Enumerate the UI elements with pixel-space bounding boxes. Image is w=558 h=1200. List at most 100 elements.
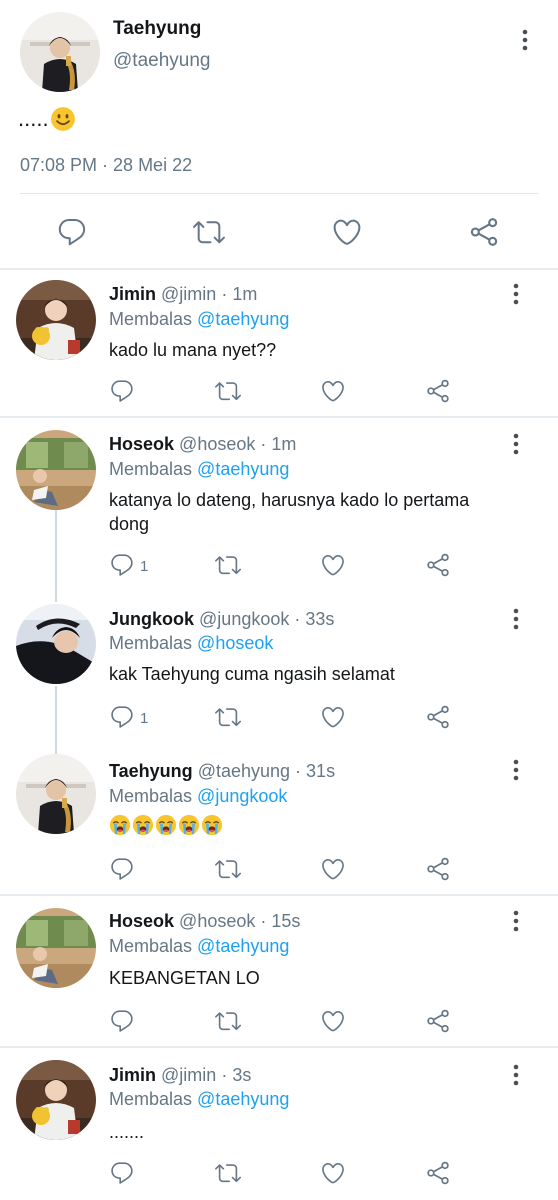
reply-item[interactable]: Jimin @jimin · 3s Membalas @taehyung ...… xyxy=(0,1048,558,1200)
share-icon[interactable] xyxy=(425,856,453,884)
tweet-timestamp[interactable]: 07:08 PM · 28 Mei 22 xyxy=(20,155,192,176)
share-icon[interactable] xyxy=(425,704,453,732)
like-icon[interactable] xyxy=(320,1160,348,1188)
main-tweet: Taehyung @taehyung ..... 07:08 PM · 28 M… xyxy=(0,0,558,268)
reply-time: · 31s xyxy=(295,761,336,781)
divider xyxy=(20,193,538,194)
replying-to: Membalas @taehyung xyxy=(109,459,289,480)
mention-link[interactable]: @taehyung xyxy=(197,459,289,479)
like-icon[interactable] xyxy=(320,856,348,884)
mention-link[interactable]: @jungkook xyxy=(197,786,287,806)
avatar[interactable] xyxy=(16,1060,96,1140)
reply-time: · 33s xyxy=(294,609,335,629)
author-handle[interactable]: @jimin xyxy=(161,284,216,304)
mention-link[interactable]: @taehyung xyxy=(197,309,289,329)
reply-icon[interactable] xyxy=(109,704,137,732)
avatar[interactable] xyxy=(16,430,96,510)
replying-label: Membalas xyxy=(109,936,193,956)
retweet-button[interactable] xyxy=(192,216,226,248)
replying-to: Membalas @hoseok xyxy=(109,633,273,654)
retweet-icon[interactable] xyxy=(214,552,242,580)
reply-header: Hoseok @hoseok · 1m xyxy=(109,434,296,455)
like-icon[interactable] xyxy=(320,704,348,732)
author-handle[interactable]: @jimin xyxy=(161,1065,216,1085)
more-options-icon[interactable] xyxy=(507,282,525,306)
retweet-icon[interactable] xyxy=(214,704,242,732)
share-icon xyxy=(468,216,500,248)
reply-item[interactable]: Jungkook @jungkook · 33s Membalas @hoseo… xyxy=(0,592,558,744)
replying-to: Membalas @taehyung xyxy=(109,1089,289,1110)
reply-time: · 3s xyxy=(221,1065,252,1085)
loudly-crying-face-emoji xyxy=(109,814,131,836)
loudly-crying-face-emoji xyxy=(155,814,177,836)
share-icon[interactable] xyxy=(425,552,453,580)
retweet-icon[interactable] xyxy=(214,1160,242,1188)
reply-icon[interactable] xyxy=(109,1008,137,1036)
replying-label: Membalas xyxy=(109,786,193,806)
share-icon[interactable] xyxy=(425,1160,453,1188)
reply-time: · 15s xyxy=(260,911,301,931)
reply-icon[interactable] xyxy=(109,1160,137,1188)
retweet-icon[interactable] xyxy=(214,378,242,406)
share-icon[interactable] xyxy=(425,1008,453,1036)
author-name[interactable]: Jimin xyxy=(109,1065,156,1085)
author-handle[interactable]: @hoseok xyxy=(179,434,255,454)
author-name[interactable]: Taehyung xyxy=(113,18,201,40)
avatar[interactable] xyxy=(16,604,96,684)
reply-item[interactable]: Jimin @jimin · 1m Membalas @taehyung kad… xyxy=(0,270,558,416)
reply-icon xyxy=(56,216,88,248)
author-name[interactable]: Jungkook xyxy=(109,609,194,629)
retweet-icon[interactable] xyxy=(214,1008,242,1036)
reply-header: Taehyung @taehyung · 31s xyxy=(109,761,335,782)
mention-link[interactable]: @taehyung xyxy=(197,1089,289,1109)
retweet-icon[interactable] xyxy=(214,856,242,884)
like-icon[interactable] xyxy=(320,378,348,406)
reply-text: katanya lo dateng, harusnya kado lo pert… xyxy=(109,490,470,534)
reply-icon[interactable] xyxy=(109,856,137,884)
author-name[interactable]: Jimin xyxy=(109,284,156,304)
reply-text: kak Taehyung cuma ngasih selamat xyxy=(109,664,395,684)
author-name[interactable]: Taehyung xyxy=(109,761,193,781)
mention-link[interactable]: @hoseok xyxy=(197,633,273,653)
share-icon[interactable] xyxy=(425,378,453,406)
more-options-icon[interactable] xyxy=(507,909,525,933)
avatar[interactable] xyxy=(20,12,100,92)
reply-header: Jungkook @jungkook · 33s xyxy=(109,609,334,630)
slightly-smiling-face-emoji xyxy=(50,106,76,132)
reply-icon[interactable] xyxy=(109,378,137,406)
retweet-icon xyxy=(192,216,226,248)
more-options-icon[interactable] xyxy=(507,1063,525,1087)
like-icon[interactable] xyxy=(320,552,348,580)
reply-header: Hoseok @hoseok · 15s xyxy=(109,911,300,932)
loudly-crying-face-emoji xyxy=(201,814,223,836)
replying-label: Membalas xyxy=(109,309,193,329)
author-handle[interactable]: @taehyung xyxy=(113,50,210,72)
avatar[interactable] xyxy=(16,280,96,360)
more-options-icon[interactable] xyxy=(507,607,525,631)
share-button[interactable] xyxy=(468,216,502,248)
more-options-icon[interactable] xyxy=(507,432,525,456)
author-name[interactable]: Hoseok xyxy=(109,911,174,931)
author-handle[interactable]: @jungkook xyxy=(199,609,289,629)
author-handle[interactable]: @hoseok xyxy=(179,911,255,931)
like-button[interactable] xyxy=(331,216,365,248)
replying-label: Membalas xyxy=(109,1089,193,1109)
more-options-icon[interactable] xyxy=(516,28,534,52)
reply-item[interactable]: Taehyung @taehyung · 31s Membalas @jungk… xyxy=(0,748,558,894)
reply-button[interactable] xyxy=(56,216,90,248)
reply-header: Jimin @jimin · 1m xyxy=(109,284,257,305)
reply-item[interactable]: Hoseok @hoseok · 15s Membalas @taehyung … xyxy=(0,896,558,1046)
reply-icon[interactable] xyxy=(109,552,137,580)
author-handle[interactable]: @taehyung xyxy=(198,761,290,781)
author-name[interactable]: Hoseok xyxy=(109,434,174,454)
mention-link[interactable]: @taehyung xyxy=(197,936,289,956)
tweet-text: ..... xyxy=(18,106,76,132)
reply-item[interactable]: Hoseok @hoseok · 1m Membalas @taehyung k… xyxy=(0,418,558,590)
like-icon[interactable] xyxy=(320,1008,348,1036)
replying-label: Membalas xyxy=(109,633,193,653)
replying-to: Membalas @taehyung xyxy=(109,936,289,957)
avatar[interactable] xyxy=(16,754,96,834)
reply-count: 1 xyxy=(140,558,149,575)
more-options-icon[interactable] xyxy=(507,758,525,782)
avatar[interactable] xyxy=(16,908,96,988)
